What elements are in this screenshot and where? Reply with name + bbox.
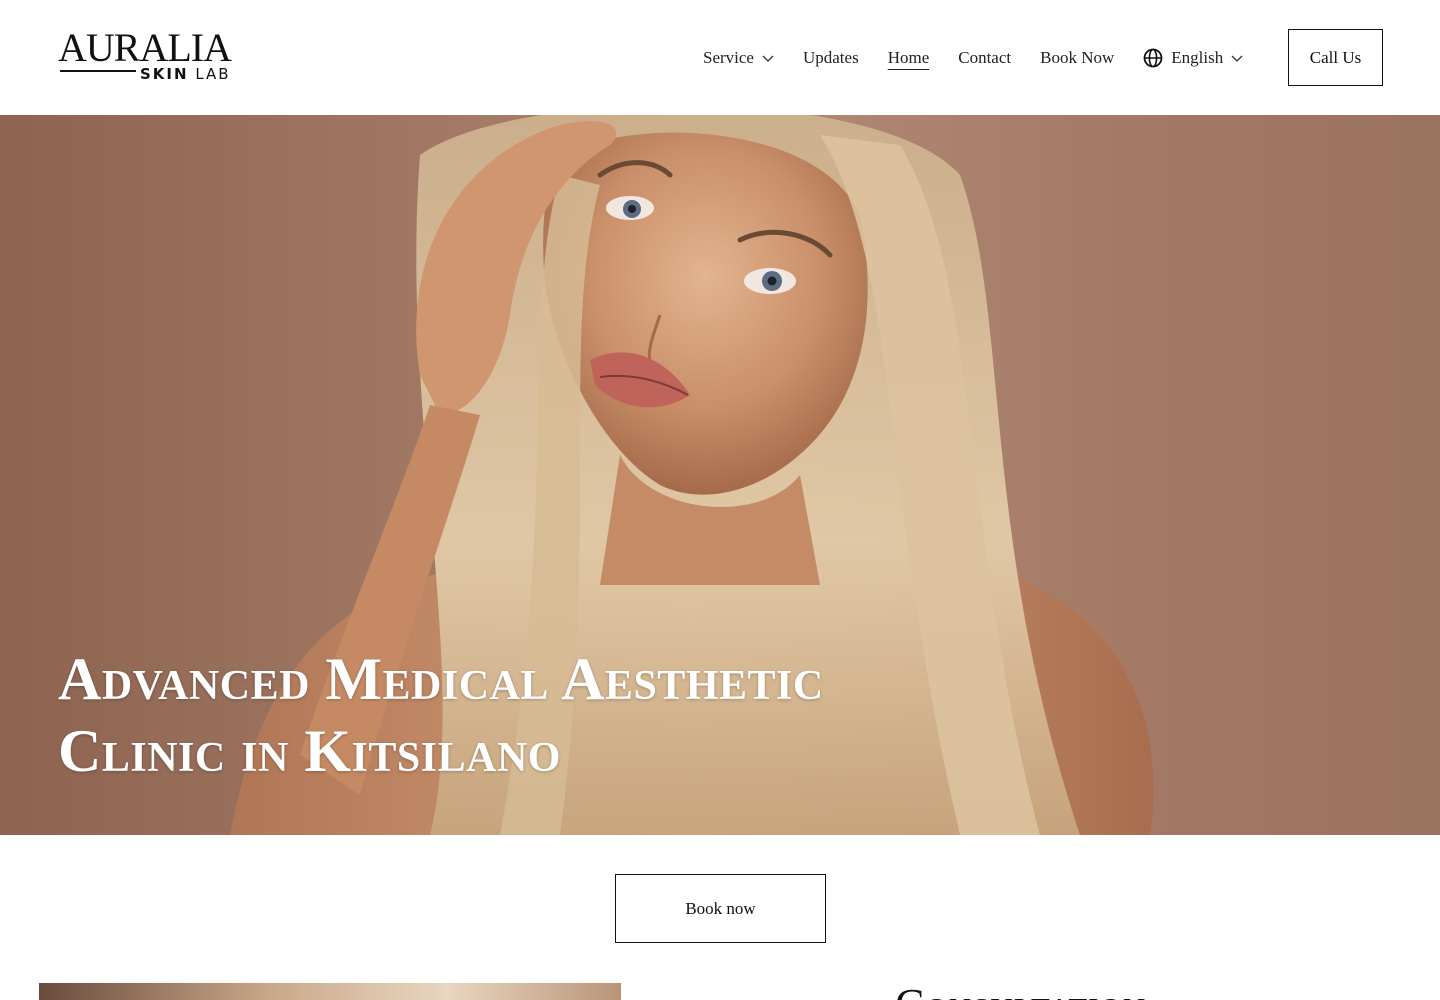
consultation-image <box>39 983 621 1000</box>
hero-title: Advanced Medical Aesthetic Clinic in Kit… <box>58 643 1158 787</box>
book-now-button[interactable]: Book now <box>615 874 826 943</box>
nav-item-service[interactable]: Service <box>703 48 774 68</box>
hero-banner: Advanced Medical Aesthetic Clinic in Kit… <box>0 115 1440 835</box>
nav-label: Updates <box>802 48 859 67</box>
nav-item-updates[interactable]: Updates <box>803 48 859 68</box>
logo-subtitle: SKIN LAB <box>140 65 231 83</box>
nav-label: Book Now <box>1040 48 1115 67</box>
nav-label: Service <box>703 48 754 67</box>
logo-wordmark: AURALIA <box>58 25 232 70</box>
nav-item-book-now[interactable]: Book Now <box>1040 48 1114 68</box>
nav-item-contact[interactable]: Contact <box>958 48 1011 68</box>
language-selector[interactable]: English <box>1143 48 1243 68</box>
logo-rule <box>60 70 136 72</box>
language-label: English <box>1171 48 1224 67</box>
hero-title-line-1: Advanced Medical Aesthetic <box>58 646 824 712</box>
globe-icon <box>1143 48 1163 68</box>
consultation-heading: Consultation <box>895 980 1146 1000</box>
chevron-down-icon <box>762 55 774 62</box>
nav-label: Home <box>887 48 930 67</box>
logo-sub-bold: SKIN <box>140 65 189 83</box>
site-header: AURALIA SKIN LAB Service Updates Home Co… <box>0 0 1440 115</box>
brand-logo[interactable]: AURALIA SKIN LAB <box>58 28 238 86</box>
logo-sub-light: LAB <box>195 65 231 83</box>
hero-title-line-2: Clinic in Kitsilano <box>58 718 561 784</box>
call-us-button[interactable]: Call Us <box>1288 29 1383 86</box>
nav-label: Contact <box>958 48 1012 67</box>
nav-item-home[interactable]: Home <box>888 48 930 68</box>
main-nav: Service Updates Home Contact Book Now En… <box>703 44 1272 72</box>
chevron-down-icon <box>1231 55 1243 62</box>
